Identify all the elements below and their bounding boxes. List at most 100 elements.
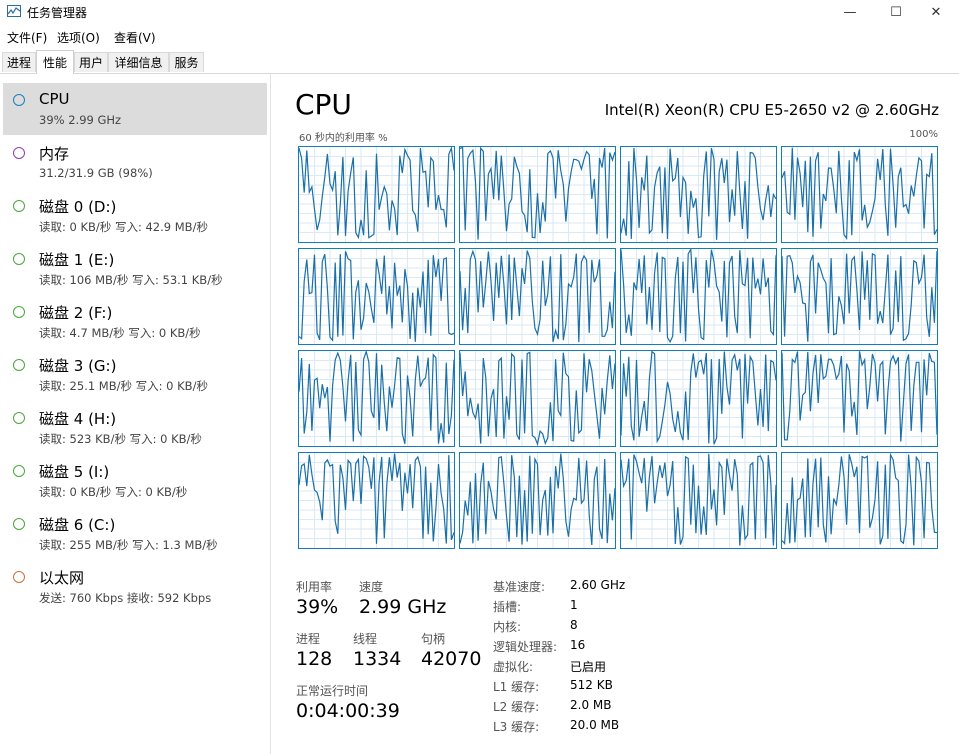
core-graph-plot (460, 351, 615, 446)
core-graph-plot (299, 453, 454, 548)
sidebar-item-detail: 读取: 523 KB/秒 写入: 0 KB/秒 (39, 432, 202, 446)
threads-value: 1334 (353, 648, 402, 670)
core-graph-plot (460, 147, 615, 242)
core-graph (459, 146, 616, 243)
sidebar-item[interactable]: 以太网发送: 760 Kbps 接收: 592 Kbps (3, 560, 267, 612)
sidebar-item[interactable]: 磁盘 1 (E:) 读取: 106 MB/秒 写入: 53.1 KB/秒 (3, 242, 267, 294)
resource-sidebar: CPU 39% 2.99 GHz 内存 31.2/31.9 GB (98%) 磁盘 0 … (0, 74, 271, 754)
status-ring-icon (13, 412, 25, 424)
tab-performance[interactable]: 性能 (36, 50, 74, 74)
status-ring-icon (13, 571, 25, 583)
sidebar-item-detail: 31.2/31.9 GB (98%) (39, 166, 153, 180)
core-graph (781, 350, 938, 447)
sidebar-item[interactable]: 磁盘 0 (D:) 读取: 0 KB/秒 写入: 42.9 MB/秒 (3, 189, 267, 241)
spec-value: 1 (570, 598, 578, 612)
spec-value: 2.0 MB (570, 698, 612, 712)
sidebar-item-title: 以太网 (39, 569, 85, 587)
core-graph (459, 452, 616, 549)
utilization-label: 利用率 (296, 580, 333, 594)
window-title: 任务管理器 (27, 6, 88, 20)
sidebar-item-title: 磁盘 1 (E:) (39, 251, 115, 269)
processes-value: 128 (296, 648, 333, 670)
cpu-model-name: Intel(R) Xeon(R) CPU E5-2650 v2 @ 2.60GH… (604, 101, 939, 119)
tab-services[interactable]: 服务 (169, 52, 204, 72)
sidebar-item[interactable]: CPU 39% 2.99 GHz (3, 83, 267, 135)
status-ring-icon (13, 465, 25, 477)
core-graph (298, 452, 455, 549)
sidebar-item[interactable]: 磁盘 2 (F:) 读取: 4.7 MB/秒 写入: 0 KB/秒 (3, 295, 267, 347)
uptime-label: 正常运行时间 (296, 684, 369, 698)
graph-caption: 60 秒内的利用率 % (299, 133, 388, 144)
core-graph (620, 248, 777, 345)
threads-label: 线程 (353, 632, 378, 646)
sidebar-item-title: 磁盘 5 (I:) (39, 463, 110, 481)
core-graph (459, 350, 616, 447)
tab-processes[interactable]: 进程 (2, 52, 36, 72)
core-graph-plot (299, 351, 454, 446)
sidebar-item-detail: 读取: 106 MB/秒 写入: 53.1 KB/秒 (39, 273, 223, 287)
core-graph (298, 248, 455, 345)
speed-value: 2.99 GHz (359, 596, 447, 618)
status-ring-icon (13, 359, 25, 371)
menu-options[interactable]: 选项(O) (57, 29, 100, 46)
sidebar-item-title: 内存 (39, 145, 70, 163)
sidebar-item[interactable]: 磁盘 4 (H:) 读取: 523 KB/秒 写入: 0 KB/秒 (3, 401, 267, 453)
core-graph-plot (460, 453, 615, 548)
close-icon: ✕ (930, 4, 942, 20)
menu-view[interactable]: 查看(V) (114, 29, 156, 46)
core-graph-plot (621, 147, 776, 242)
minimize-button[interactable]: — (827, 0, 873, 24)
cpu-panel: CPU Intel(R) Xeon(R) CPU E5-2650 v2 @ 2.… (271, 74, 959, 754)
spec-value: 已启用 (570, 660, 607, 674)
spec-label: 逻辑处理器: (493, 640, 558, 654)
spec-value: 8 (570, 618, 578, 632)
sidebar-item[interactable]: 磁盘 6 (C:) 读取: 255 MB/秒 写入: 1.3 MB/秒 (3, 507, 267, 559)
core-graph (298, 146, 455, 243)
tab-details[interactable]: 详细信息 (108, 52, 169, 72)
title-bar: 任务管理器 — ☐ ✕ (0, 0, 959, 24)
spec-label: L1 缓存: (493, 680, 540, 694)
handles-label: 句柄 (421, 632, 446, 646)
status-ring-icon (13, 200, 25, 212)
tab-users[interactable]: 用户 (74, 52, 108, 72)
spec-label: L3 缓存: (493, 720, 540, 734)
core-graph (620, 146, 777, 243)
core-graph-plot (299, 147, 454, 242)
sidebar-item[interactable]: 内存 31.2/31.9 GB (98%) (3, 136, 267, 188)
utilization-value: 39% (296, 596, 339, 618)
processes-label: 进程 (296, 632, 321, 646)
speed-label: 速度 (359, 580, 384, 594)
task-manager-icon (7, 5, 21, 17)
status-ring-icon (13, 518, 25, 530)
sidebar-item-detail: 读取: 4.7 MB/秒 写入: 0 KB/秒 (39, 326, 201, 340)
spec-value: 16 (570, 638, 586, 652)
core-graph-plot (782, 351, 937, 446)
handles-value: 42070 (421, 648, 482, 670)
status-ring-icon (13, 306, 25, 318)
core-graph (459, 248, 616, 345)
menu-file[interactable]: 文件(F) (7, 29, 47, 46)
core-graph (781, 248, 938, 345)
graph-max-label: 100% (909, 129, 938, 140)
spec-label: 虚拟化: (493, 660, 534, 674)
tab-strip: 进程 性能 用户 详细信息 服务 (0, 50, 959, 74)
core-graph-plot (621, 453, 776, 548)
minimize-icon: — (843, 4, 857, 20)
sidebar-item-detail: 发送: 760 Kbps 接收: 592 Kbps (39, 591, 212, 605)
sidebar-item-title: 磁盘 3 (G:) (39, 357, 117, 375)
close-button[interactable]: ✕ (913, 0, 959, 24)
core-graph-plot (782, 453, 937, 548)
page-title: CPU (295, 88, 352, 121)
sidebar-item[interactable]: 磁盘 5 (I:) 读取: 0 KB/秒 写入: 0 KB/秒 (3, 454, 267, 506)
sidebar-item-detail: 读取: 0 KB/秒 写入: 0 KB/秒 (39, 485, 188, 499)
spec-label: 基准速度: (493, 580, 546, 594)
core-graph (620, 452, 777, 549)
sidebar-item-detail: 读取: 0 KB/秒 写入: 42.9 MB/秒 (39, 220, 208, 234)
sidebar-item-title: CPU (39, 90, 70, 108)
spec-value: 512 KB (570, 678, 613, 692)
sidebar-item[interactable]: 磁盘 3 (G:) 读取: 25.1 MB/秒 写入: 0 KB/秒 (3, 348, 267, 400)
sidebar-item-detail: 读取: 255 MB/秒 写入: 1.3 MB/秒 (39, 538, 218, 552)
status-ring-icon (13, 253, 25, 265)
core-graph-plot (782, 249, 937, 344)
status-ring-icon (13, 147, 25, 159)
